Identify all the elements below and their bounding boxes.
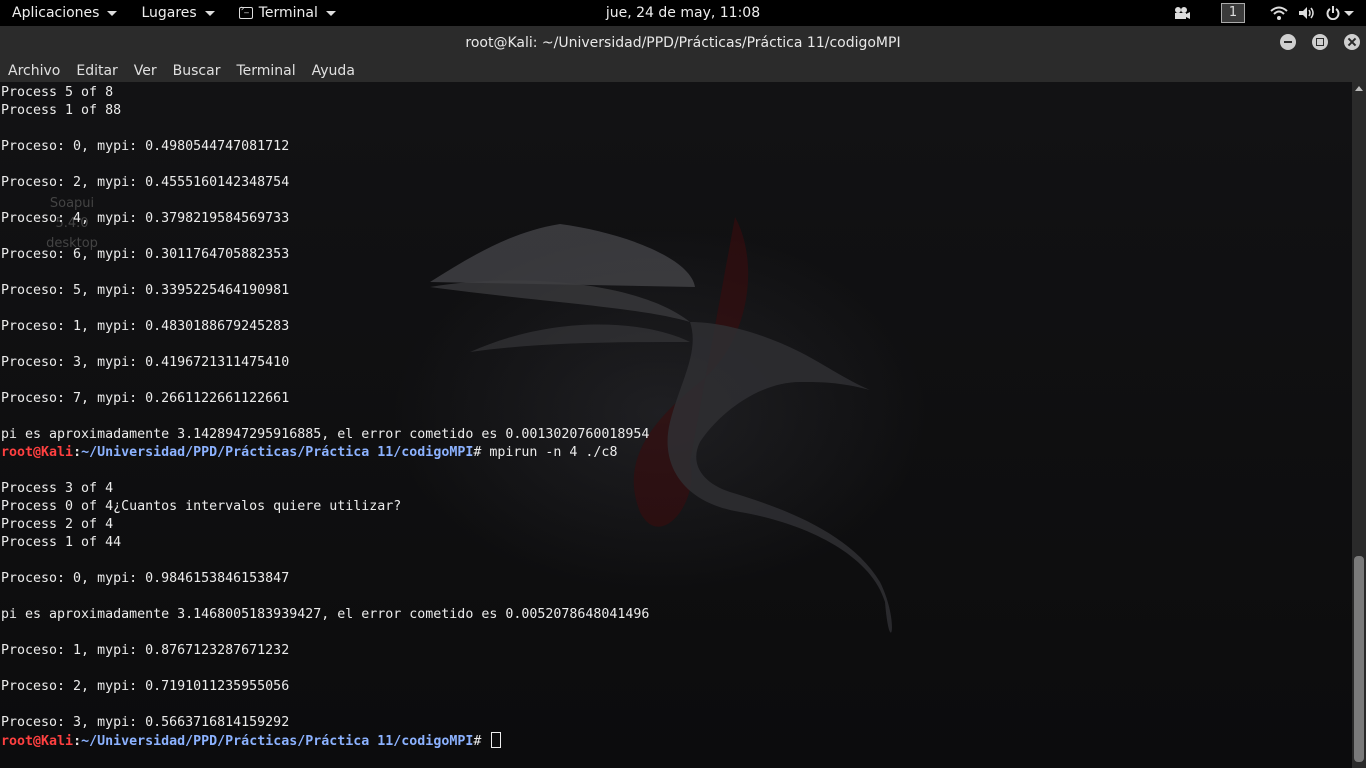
- terminal-area[interactable]: Soapui 5.4.0 desktop Process 5 of 8 Proce…: [0, 82, 1352, 768]
- system-tray: 1: [1173, 0, 1366, 26]
- menu-ver[interactable]: Ver: [126, 60, 165, 82]
- chevron-down-icon: [204, 10, 215, 16]
- output-line: Proceso: 5, mypi: 0.3395225464190981: [1, 283, 290, 298]
- output-line: Proceso: 1, mypi: 0.4830188679245283: [1, 319, 290, 334]
- prompt-symbol: #: [473, 734, 490, 749]
- prompt-path: ~/Universidad/PPD/Prácticas/Práctica 11/…: [81, 445, 474, 460]
- output-line: Proceso: 3, mypi: 0.5663716814159292: [1, 715, 290, 730]
- prompt-separator: :: [73, 445, 82, 460]
- output-line: Process 3 of 4: [1, 481, 114, 496]
- output-line: Proceso: 3, mypi: 0.4196721311475410: [1, 355, 290, 370]
- menu-editar[interactable]: Editar: [68, 60, 125, 82]
- top-bar: Aplicaciones Lugares Terminal jue, 24 de…: [0, 0, 1366, 26]
- video-camera-icon[interactable]: [1173, 6, 1191, 20]
- prompt-command: mpirun -n 4 ./c8: [489, 445, 618, 460]
- prompt-line: root@Kali:~/Universidad/PPD/Prácticas/Pr…: [1, 444, 649, 462]
- scrollbar-thumb[interactable]: [1354, 555, 1364, 762]
- menu-terminal[interactable]: Terminal: [228, 60, 303, 82]
- terminal-app-label: Terminal: [258, 5, 318, 21]
- chevron-down-icon[interactable]: [1344, 10, 1354, 16]
- output-line: Process 2 of 4: [1, 517, 114, 532]
- menu-bar: Archivo Editar Ver Buscar Terminal Ayuda: [0, 60, 1366, 82]
- window-titlebar[interactable]: root@Kali: ~/Universidad/PPD/Prácticas/P…: [0, 26, 1366, 60]
- menu-archivo[interactable]: Archivo: [0, 60, 68, 82]
- terminal-scrollbar[interactable]: [1352, 82, 1366, 768]
- text-cursor[interactable]: [491, 732, 502, 748]
- prompt-user-host: root@Kali: [1, 445, 74, 460]
- maximize-button[interactable]: [1312, 34, 1328, 50]
- output-line: Proceso: 0, mypi: 0.9846153846153847: [1, 571, 290, 586]
- window-title: root@Kali: ~/Universidad/PPD/Prácticas/P…: [465, 35, 901, 51]
- places-menu[interactable]: Lugares: [129, 0, 226, 26]
- output-line: Proceso: 0, mypi: 0.4980544747081712: [1, 139, 290, 154]
- output-line: Proceso: 2, mypi: 0.4555160142348754: [1, 175, 290, 190]
- output-line: pi es aproximadamente 3.1428947295916885…: [1, 427, 650, 442]
- chevron-down-icon: [325, 10, 336, 16]
- scroll-up-arrow-icon[interactable]: [1355, 86, 1363, 91]
- prompt-separator: :: [73, 734, 82, 749]
- wifi-icon[interactable]: [1270, 6, 1288, 20]
- places-label: Lugares: [141, 5, 197, 21]
- output-line: Process 0 of 4¿Cuantos intervalos quiere…: [1, 499, 402, 514]
- output-line: pi es aproximadamente 3.1468005183939427…: [1, 607, 650, 622]
- menu-buscar[interactable]: Buscar: [165, 60, 229, 82]
- output-line: Proceso: 4, mypi: 0.3798219584569733: [1, 211, 290, 226]
- prompt-user-host: root@Kali: [1, 734, 74, 749]
- output-line: Proceso: 7, mypi: 0.2661122661122661: [1, 391, 290, 406]
- output-line: Process 5 of 8: [1, 85, 114, 100]
- menu-ayuda[interactable]: Ayuda: [304, 60, 363, 82]
- output-line: Proceso: 1, mypi: 0.8767123287671232: [1, 643, 290, 658]
- applications-label: Aplicaciones: [12, 5, 100, 21]
- applications-menu[interactable]: Aplicaciones: [0, 0, 129, 26]
- terminal-icon: [238, 4, 253, 19]
- close-button[interactable]: [1344, 34, 1360, 50]
- terminal-output: Process 5 of 8 Process 1 of 88 Proceso: 0,…: [1, 84, 649, 750]
- prompt-symbol: #: [473, 445, 490, 460]
- minimize-button[interactable]: [1280, 34, 1296, 50]
- output-line: Process 1 of 88: [1, 103, 122, 118]
- chevron-down-icon: [107, 10, 118, 16]
- volume-icon[interactable]: [1298, 6, 1316, 20]
- output-line: Proceso: 6, mypi: 0.3011764705882353: [1, 247, 290, 262]
- terminal-app-menu[interactable]: Terminal: [227, 0, 348, 26]
- output-line: Proceso: 2, mypi: 0.7191011235955056: [1, 679, 290, 694]
- prompt-line: root@Kali:~/Universidad/PPD/Prácticas/Pr…: [1, 732, 649, 750]
- clock[interactable]: jue, 24 de may, 11:08: [606, 5, 760, 21]
- prompt-path: ~/Universidad/PPD/Prácticas/Práctica 11/…: [81, 734, 474, 749]
- output-line: Process 1 of 44: [1, 535, 122, 550]
- workspace-indicator[interactable]: 1: [1221, 3, 1245, 23]
- power-icon[interactable]: [1326, 6, 1340, 20]
